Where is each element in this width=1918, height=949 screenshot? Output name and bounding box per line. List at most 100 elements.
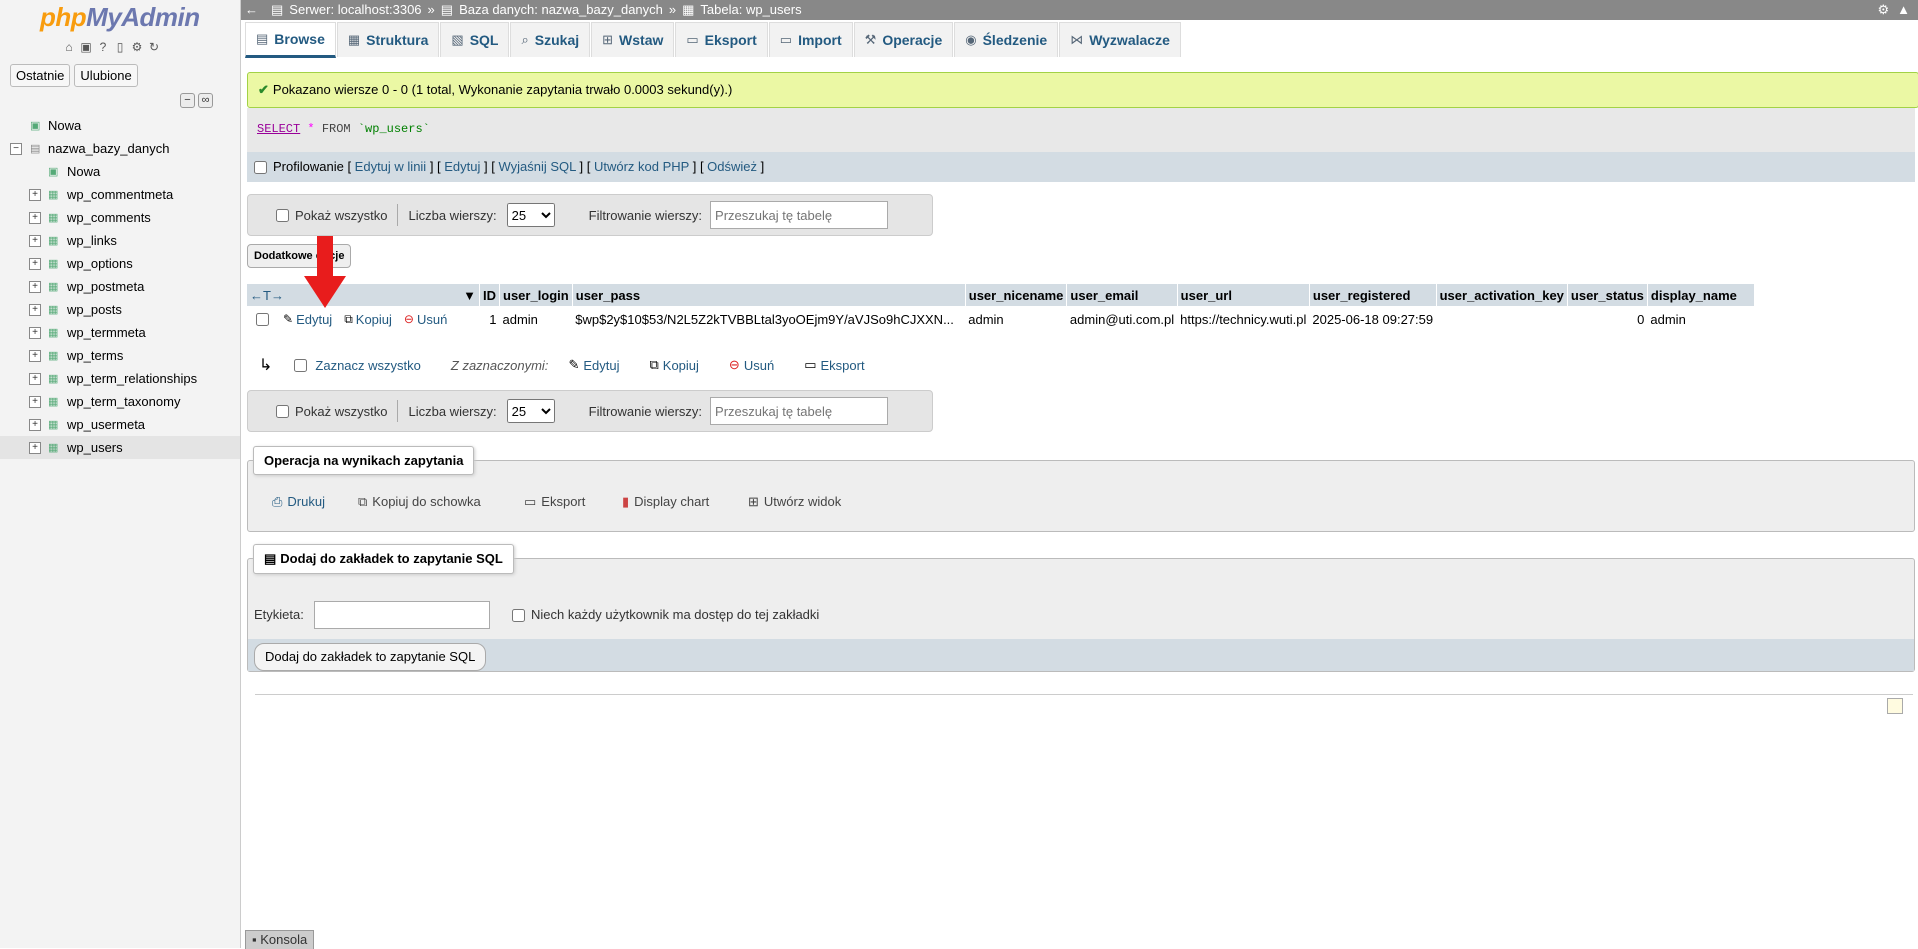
breadcrumb-server[interactable]: Serwer: localhost:3306 [289,0,421,20]
tree-table-item[interactable]: + ▦ wp_options [0,252,240,275]
tree-new-server[interactable]: ▣ Nowa [0,114,240,137]
rows-per-page-select[interactable]: 25 [506,203,555,227]
copy-clipboard-button[interactable]: ⧉ Kopiuj do schowka [348,487,491,517]
settings-gear-icon[interactable]: ⚙ [1877,0,1889,20]
bookmark-label-input[interactable] [314,601,490,629]
docs-icon[interactable]: ▯ [113,40,127,54]
actions-header[interactable]: ←T→ ▼ [247,284,480,306]
cell-user-registered[interactable]: 2025-06-18 09:27:59 [1309,306,1436,332]
bookmark-shared-checkbox[interactable] [512,609,525,623]
cell-user-pass[interactable]: $wp$2y$10$53/N2L5Z2kTVBBLtal3yoOEjm9Y/aV… [572,306,965,332]
expand-icon[interactable]: + [29,212,41,224]
refresh-link[interactable]: Odśwież [707,159,757,174]
explain-sql-link[interactable]: Wyjaśnij SQL [498,159,575,174]
tree-table-item[interactable]: + ▦ wp_posts [0,298,240,321]
create-php-link[interactable]: Utwórz kod PHP [594,159,689,174]
tab-sql[interactable]: ▧ SQL [440,22,510,57]
console-toggle[interactable]: ▪ Konsola [245,930,315,949]
breadcrumb-database[interactable]: Baza danych: nazwa_bazy_danych [459,0,663,20]
cell-user-status[interactable]: 0 [1567,306,1647,332]
back-arrow-icon[interactable]: ← [245,0,258,20]
inline-edit-link[interactable]: Edytuj w linii [355,159,427,174]
collapse-all-icon[interactable]: − [180,93,195,108]
help-icon[interactable]: ? [96,40,110,54]
col-header-user-status[interactable]: user_status [1567,284,1648,306]
export-button[interactable]: ▭ Eksport [514,487,596,517]
select-all-checkbox[interactable] [294,358,308,372]
tree-table-item[interactable]: + ▦ wp_usermeta [0,413,240,436]
tree-table-item[interactable]: + ▦ wp_terms [0,344,240,367]
select-all-link[interactable]: Zaznacz wszystko [315,358,420,373]
col-header-user-nicename[interactable]: user_nicename [965,284,1068,306]
filter-rows-input[interactable] [710,201,889,229]
tree-table-item[interactable]: + ▦ wp_comments [0,206,240,229]
profiling-checkbox[interactable] [254,161,267,175]
bulk-edit-button[interactable]: Edytuj [583,358,619,373]
tree-table-item[interactable]: + ▦ wp_term_taxonomy [0,390,240,413]
tree-table-item[interactable]: + ▦ wp_term_relationships [0,367,240,390]
tree-table-item-selected[interactable]: + ▦ wp_users [0,436,240,459]
expand-icon[interactable]: + [29,373,41,385]
col-header-user-activation-key[interactable]: user_activation_key [1436,284,1568,306]
expand-icon[interactable]: + [29,281,41,293]
expand-icon[interactable]: + [29,304,41,316]
row-checkbox[interactable] [256,312,269,326]
cell-id[interactable]: 1 [480,306,500,332]
rows-per-page-select[interactable]: 25 [506,399,555,423]
expand-icon[interactable]: + [29,350,41,362]
col-header-user-login[interactable]: user_login [499,284,573,306]
expand-icon[interactable]: + [29,258,41,270]
col-header-user-pass[interactable]: user_pass [572,284,966,306]
tree-table-item[interactable]: + ▦ wp_links [0,229,240,252]
tab-triggers[interactable]: ⋈ Wyzwalacze [1059,22,1181,57]
recent-tab[interactable]: Ostatnie [10,64,71,87]
row-copy-link[interactable]: Kopiuj [356,312,392,327]
tree-table-item[interactable]: + ▦ wp_commentmeta [0,183,240,206]
col-header-user-email[interactable]: user_email [1066,284,1178,306]
link-icon[interactable]: ∞ [198,93,213,108]
home-icon[interactable]: ⌂ [62,40,76,54]
tab-insert[interactable]: ⊞ Wstaw [591,22,675,57]
create-view-button[interactable]: ⊞ Utwórz widok [738,487,852,517]
tree-table-item[interactable]: + ▦ wp_termmeta [0,321,240,344]
sql-query-icon[interactable] [1887,698,1903,714]
show-all-checkbox[interactable] [276,404,289,418]
tab-browse[interactable]: ▤ Browse [245,22,336,58]
filter-rows-input[interactable] [710,397,889,425]
favorites-tab[interactable]: Ulubione [74,64,138,87]
bulk-export-button[interactable]: Eksport [820,358,864,373]
cell-user-nicename[interactable]: admin [965,306,1067,332]
col-header-id[interactable]: ID [479,284,500,306]
phpmyadmin-logo[interactable]: phpMyAdmin [40,2,200,33]
col-header-user-url[interactable]: user_url [1177,284,1310,306]
expand-icon[interactable]: + [29,327,41,339]
tree-database[interactable]: − ▤ nazwa_bazy_danych [0,137,240,160]
expand-icon[interactable]: + [29,419,41,431]
cell-display-name[interactable]: admin [1647,306,1754,332]
collapse-top-icon[interactable]: ▲ [1897,0,1910,20]
expand-icon[interactable]: + [29,442,41,454]
bulk-delete-button[interactable]: Usuń [744,358,774,373]
collapse-icon[interactable]: − [10,143,22,155]
tree-new-table[interactable]: ▣ Nowa [0,160,240,183]
tab-export[interactable]: ▭ Eksport [675,22,768,57]
bookmark-submit-button[interactable]: Dodaj do zakładek to zapytanie SQL [254,643,487,671]
tab-operations[interactable]: ⚒ Operacje [853,22,954,57]
edit-link[interactable]: Edytuj [444,159,480,174]
print-button[interactable]: ⎙ Drukuj [262,487,335,517]
tab-import[interactable]: ▭ Import [768,22,853,57]
cell-user-login[interactable]: admin [500,306,573,332]
display-chart-button[interactable]: ▮ Display chart [612,487,720,517]
settings-icon[interactable]: ⚙ [130,40,144,54]
cell-user-email[interactable]: admin@uti.com.pl [1067,306,1177,332]
show-all-checkbox[interactable] [276,208,289,222]
cell-user-activation-key[interactable] [1436,306,1567,332]
bulk-copy-button[interactable]: Kopiuj [663,358,699,373]
tab-tracking[interactable]: ◉ Śledzenie [954,22,1059,57]
breadcrumb-table[interactable]: Tabela: wp_users [700,0,801,20]
reload-icon[interactable]: ↻ [147,40,161,54]
expand-icon[interactable]: + [29,235,41,247]
tree-table-item[interactable]: + ▦ wp_postmeta [0,275,240,298]
tab-structure[interactable]: ▦ Struktura [336,22,440,57]
col-header-display-name[interactable]: display_name [1647,284,1755,306]
